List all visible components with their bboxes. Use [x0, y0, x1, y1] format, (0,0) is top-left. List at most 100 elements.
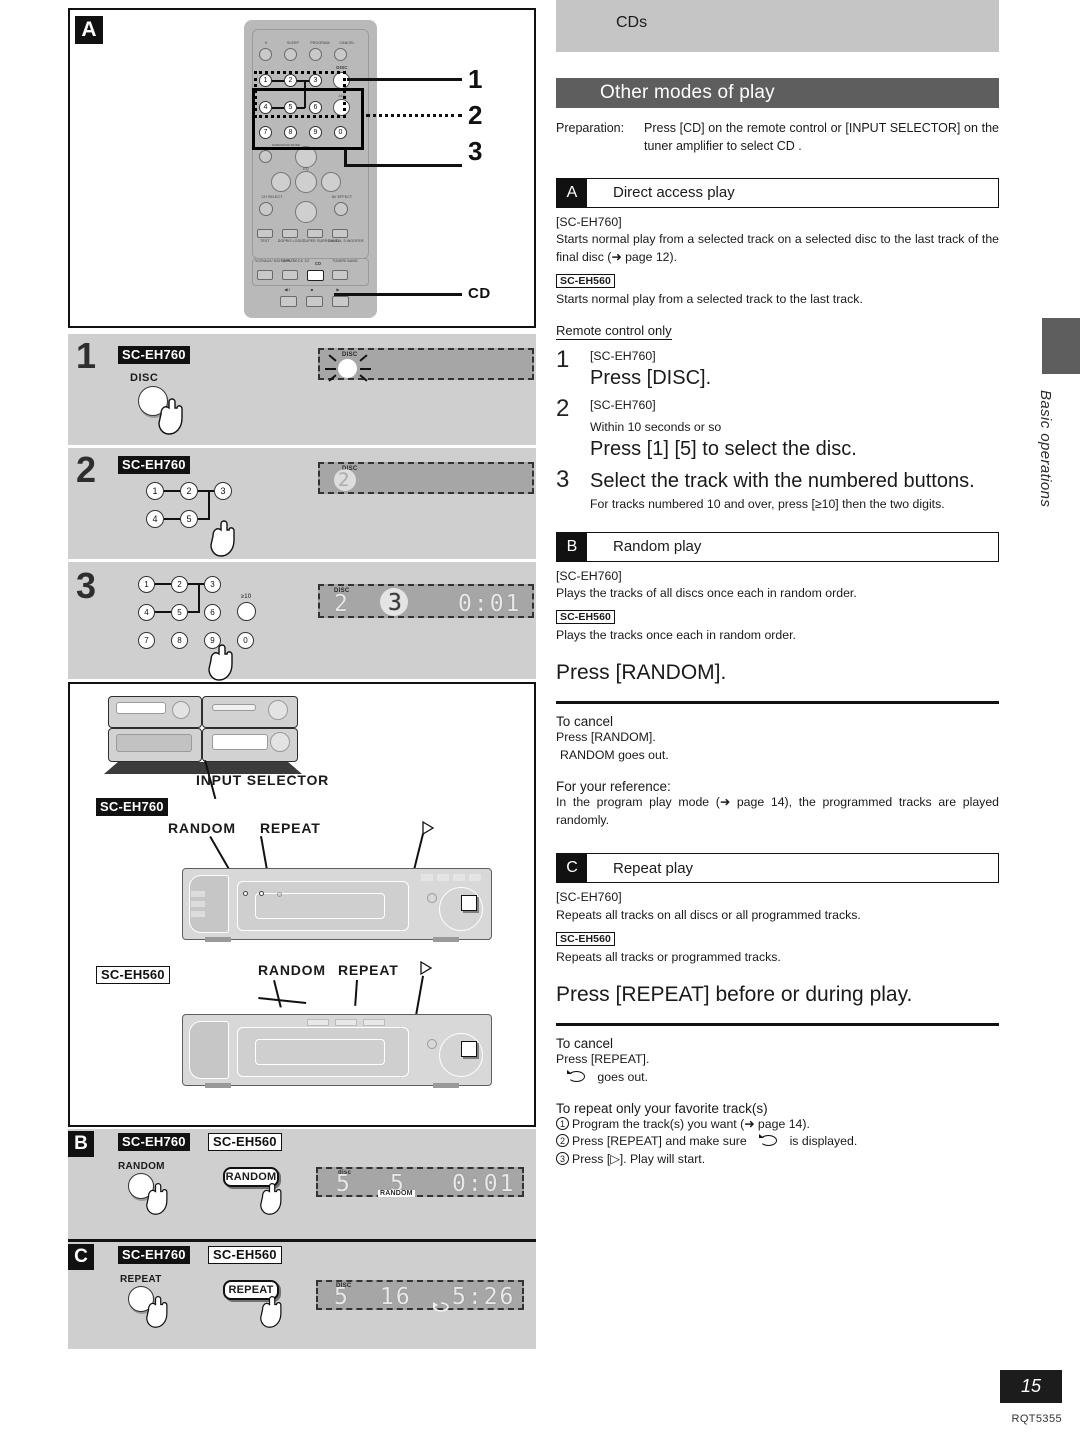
remote-button-test[interactable] [257, 229, 273, 238]
step-3-note: For tracks numbered 10 and over, press [… [590, 497, 945, 512]
remote-button-vcr-aux[interactable] [257, 270, 273, 280]
deck-760-random-key[interactable] [243, 891, 248, 896]
remote-button-digital-swoofer[interactable] [332, 229, 348, 238]
list-marker-1: 1 [556, 1116, 569, 1130]
remote-button-play[interactable] [332, 296, 349, 307]
callout-number-2: 2 [468, 100, 483, 130]
system-tray-bottom [212, 734, 268, 750]
step3-link-1-2 [155, 583, 171, 585]
deck-560-play-button[interactable] [461, 1041, 477, 1057]
subsection-title-b: Random play [613, 538, 702, 556]
remote-button-left[interactable] [271, 172, 291, 192]
remote-button-right[interactable] [321, 172, 341, 192]
hand-pointer-icon [146, 1183, 168, 1215]
step-number-1: 1 [76, 335, 97, 376]
remote-label-ch-select: CH SELECT [261, 195, 283, 199]
panel-b-label-760: RANDOM [118, 1161, 165, 1172]
step-1-instruction: Press [DISC]. [590, 367, 712, 390]
subsection-header-a: A Direct access play [556, 177, 999, 208]
section-c-favorite-head: To repeat only your favorite track(s) [556, 1100, 768, 1116]
system-560-tag: SC-EH560 [96, 966, 170, 984]
step1-button-label: DISC [130, 372, 159, 384]
step2-key-3[interactable]: 3 [214, 482, 232, 500]
list-marker-2: 2 [556, 1134, 569, 1148]
section-c-cancel-head: To cancel [556, 1035, 614, 1051]
remote-button-ch-select[interactable] [259, 202, 273, 216]
chapter-label: CDs [616, 14, 648, 31]
favorite-item-3: 3 Press [▷]. Play will start. [556, 1151, 999, 1169]
step3-key-3[interactable]: 3 [204, 576, 221, 593]
remote-button-rewind[interactable] [280, 296, 297, 307]
section-b-760-tag: [SC-EH760] [556, 568, 622, 583]
remote-label-rewind: ◀II [284, 287, 290, 292]
step1-display-disc-label: DISC [342, 352, 358, 358]
favorite-item-1-text: Program the track(s) you want (➜ page 14… [572, 1116, 810, 1131]
remote-control-body: II SLEEP PROGRAM CANCEL DISC ≥10 1 2 3 4… [244, 20, 377, 318]
deck-760-btn-2[interactable] [437, 874, 449, 881]
callout-lead-3 [344, 164, 462, 167]
step-3-number: 3 [556, 466, 570, 494]
remote-button-tape-deck[interactable] [282, 270, 298, 280]
deck-760-foot-left [205, 937, 231, 942]
step3-key-4[interactable]: 4 [138, 604, 155, 621]
deck-560-repeat-key[interactable] [335, 1019, 357, 1026]
step2-key-2[interactable]: 2 [180, 482, 198, 500]
step2-key-4[interactable]: 4 [146, 510, 164, 528]
step3-key-2[interactable]: 2 [171, 576, 188, 593]
instruction-step-3: 3 Select the track with the numbered but… [556, 468, 999, 513]
remote-label-av-effect: AV EFFECT [331, 195, 353, 199]
remote-button-program[interactable] [309, 48, 322, 61]
remote-button-pro-logic[interactable] [282, 229, 298, 238]
remote-button-av-effect[interactable] [334, 202, 348, 216]
step-2-precondition: Within 10 seconds or so [590, 420, 722, 435]
deck-760-side-btn-3[interactable] [191, 911, 205, 917]
deck-760-repeat-key[interactable] [259, 891, 264, 896]
step2-key-5[interactable]: 5 [180, 510, 198, 528]
remote-button-pause[interactable] [259, 48, 272, 61]
step3-key-6[interactable]: 6 [204, 604, 221, 621]
deck-560-extra-key [363, 1019, 385, 1026]
step3-key-ten-plus[interactable] [237, 602, 256, 621]
deck-560-left-panel [189, 1021, 229, 1079]
step2-model-tag: SC-EH760 [118, 456, 190, 474]
remote-button-sleep[interactable] [284, 48, 297, 61]
system-cassette-slot [116, 702, 166, 714]
remote-label-play: ▶ [336, 287, 340, 292]
remote-button-tuner-band[interactable] [332, 270, 348, 280]
pointer-repeat-560 [354, 979, 358, 1006]
step3-key-5[interactable]: 5 [171, 604, 188, 621]
step-number-2: 2 [76, 449, 97, 490]
deck-760-btn-1[interactable] [421, 874, 433, 881]
deck-760-side-btn-1[interactable] [191, 891, 205, 897]
label-random-760: RANDOM [168, 820, 236, 836]
callout-lead-1 [347, 78, 462, 81]
deck-760-play-button[interactable] [461, 895, 477, 911]
section-b-560-text: Plays the tracks once each in random ord… [556, 628, 796, 643]
deck-760-btn-4[interactable] [469, 874, 481, 881]
step3-key-1[interactable]: 1 [138, 576, 155, 593]
remote-button-cancel[interactable] [334, 48, 347, 61]
blink-ray-tr [359, 354, 368, 362]
deck-760-foot-right [433, 937, 459, 942]
remote-button-stop[interactable] [306, 296, 323, 307]
step3-link-4-5 [155, 611, 171, 613]
step2-key-1[interactable]: 1 [146, 482, 164, 500]
deck-760-extra-key [277, 892, 282, 897]
step3-key-7[interactable]: 7 [138, 632, 155, 649]
deck-560-random-key[interactable] [307, 1019, 329, 1026]
side-tab-label: Basic operations [1037, 390, 1054, 508]
step3-link-5-vert [188, 611, 200, 613]
remote-button-center[interactable] [295, 171, 317, 193]
deck-760-side-btn-2[interactable] [191, 901, 205, 907]
panel-c-tag-760: SC-EH760 [118, 1246, 190, 1264]
remote-button-volume-down[interactable] [295, 201, 317, 223]
section-a-560-text: Starts normal play from a selected track… [556, 291, 863, 306]
remote-button-super-surround[interactable] [307, 229, 323, 238]
remote-button-surround[interactable] [259, 150, 272, 163]
remote-label-tuner-band: TUNER/ BAND [332, 259, 358, 263]
hand-pointer-icon [260, 1296, 282, 1328]
remote-button-cd[interactable] [307, 270, 324, 281]
panel-b-badge: B [68, 1131, 94, 1157]
step3-key-8[interactable]: 8 [171, 632, 188, 649]
deck-760-btn-3[interactable] [453, 874, 465, 881]
